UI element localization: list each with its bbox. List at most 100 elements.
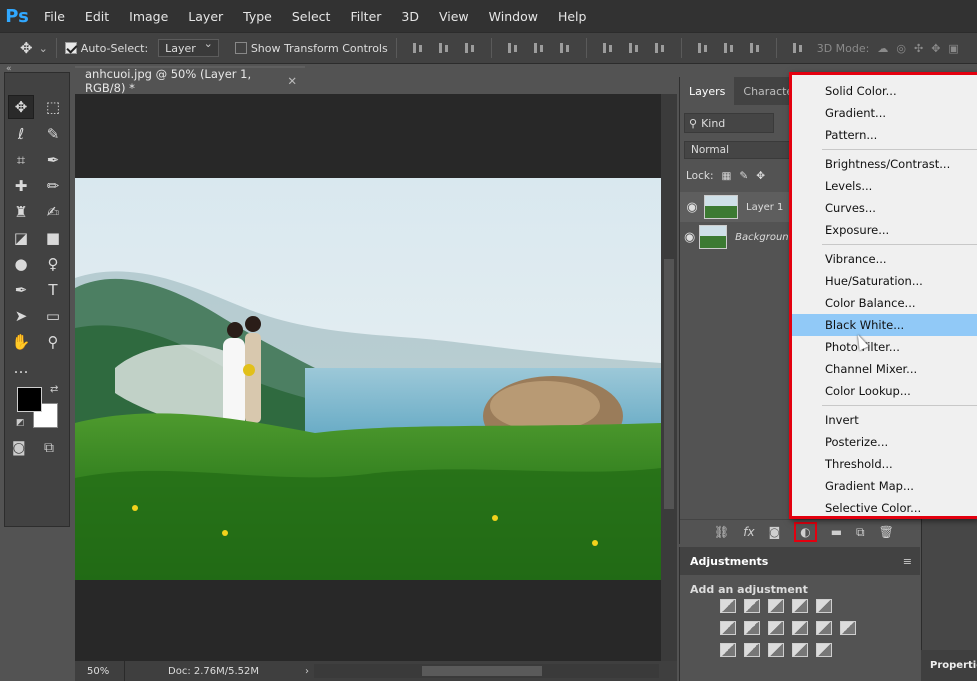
menu-edit[interactable]: Edit xyxy=(75,9,119,24)
screen-mode-icon[interactable]: ⧉ xyxy=(44,440,54,456)
quick-mask-icon[interactable]: ◙ xyxy=(12,440,26,456)
threshold-icon[interactable] xyxy=(768,643,784,657)
new-layer-icon[interactable]: ⧉ xyxy=(856,525,865,540)
layer-filter-dropdown[interactable]: ⚲ Kind xyxy=(684,113,774,133)
panel-menu-icon[interactable]: ≡ xyxy=(903,555,912,568)
close-tab-icon[interactable]: ✕ xyxy=(287,74,297,88)
align-top-icon[interactable] xyxy=(411,41,425,55)
hand-tool-icon[interactable]: ✋ xyxy=(8,330,34,354)
adjustments-title[interactable]: Adjustments xyxy=(690,555,768,568)
default-colors-icon[interactable]: ◩ xyxy=(16,418,25,428)
lock-position-icon[interactable]: ✥ xyxy=(756,170,765,182)
menu-item-exposure[interactable]: Exposure... xyxy=(792,219,977,241)
vibrance-icon[interactable] xyxy=(816,599,832,613)
distribute-left-icon[interactable] xyxy=(696,41,710,55)
menu-item-selective-color[interactable]: Selective Color... xyxy=(792,497,977,519)
more-tools-icon[interactable]: … xyxy=(8,356,34,380)
properties-tab[interactable]: Properties xyxy=(921,650,977,681)
menu-item-black-white[interactable]: Black White... xyxy=(792,314,977,336)
menu-item-gradient-map[interactable]: Gradient Map... xyxy=(792,475,977,497)
menu-item-hue-saturation[interactable]: Hue/Saturation... xyxy=(792,270,977,292)
layer-style-fx-icon[interactable]: fx xyxy=(743,525,754,539)
document-tab[interactable]: anhcuoi.jpg @ 50% (Layer 1, RGB/8) * ✕ xyxy=(75,66,305,95)
zoom-level[interactable]: 50% xyxy=(75,661,125,681)
3d-slide-icon[interactable]: ✥ xyxy=(931,42,940,55)
document-image[interactable] xyxy=(75,178,661,580)
3d-rotate-icon[interactable]: ☁ xyxy=(877,42,888,55)
gradient-map-icon[interactable] xyxy=(792,643,808,657)
lock-paint-icon[interactable]: ✎ xyxy=(739,170,748,182)
menu-item-vibrance[interactable]: Vibrance... xyxy=(792,248,977,270)
posterize-icon[interactable] xyxy=(744,643,760,657)
auto-select-dropdown[interactable]: Layer xyxy=(158,37,219,57)
link-layers-icon[interactable]: ⛓ xyxy=(714,525,729,539)
horizontal-scroll-thumb[interactable] xyxy=(422,666,542,676)
move-tool-icon[interactable]: ✥ xyxy=(20,39,33,57)
eyedropper-tool-icon[interactable]: ✒ xyxy=(40,148,66,172)
menu-file[interactable]: File xyxy=(34,9,75,24)
rectangle-tool-icon[interactable]: ▭ xyxy=(40,304,66,328)
photo-filter-icon[interactable] xyxy=(792,621,808,635)
layer-row[interactable]: ◉ Layer 1 xyxy=(680,192,795,222)
menu-item-threshold[interactable]: Threshold... xyxy=(792,453,977,475)
3d-scale-icon[interactable]: ▣ xyxy=(948,42,958,55)
menu-item-brightness-contrast[interactable]: Brightness/Contrast... xyxy=(792,153,977,175)
dodge-tool-icon[interactable]: ♀ xyxy=(40,252,66,276)
visibility-eye-icon[interactable]: ◉ xyxy=(680,230,699,245)
foreground-color-swatch[interactable] xyxy=(17,387,42,412)
menu-view[interactable]: View xyxy=(429,9,479,24)
distribute-bottom-icon[interactable] xyxy=(653,41,667,55)
crop-tool-icon[interactable]: ⌗ xyxy=(8,148,34,172)
stamp-tool-icon[interactable]: ♜ xyxy=(8,200,34,224)
menu-item-solid-color[interactable]: Solid Color... xyxy=(792,80,977,102)
color-balance-icon[interactable] xyxy=(744,621,760,635)
marquee-tool-icon[interactable]: ⬚ xyxy=(40,95,66,119)
black-white-icon[interactable] xyxy=(768,621,784,635)
tab-layers[interactable]: Layers xyxy=(680,77,735,105)
eraser-tool-icon[interactable]: ◪ xyxy=(8,226,34,250)
menu-item-pattern[interactable]: Pattern... xyxy=(792,124,977,146)
type-tool-icon[interactable]: T xyxy=(40,278,66,302)
new-adjustment-layer-button[interactable]: ◐ xyxy=(794,522,817,542)
menu-item-color-lookup[interactable]: Color Lookup... xyxy=(792,380,977,402)
hue-saturation-icon[interactable] xyxy=(720,621,736,635)
menu-select[interactable]: Select xyxy=(282,9,341,24)
curves-icon[interactable] xyxy=(768,599,784,613)
tool-preset-chevron-icon[interactable]: ⌄ xyxy=(39,42,48,55)
auto-align-icon[interactable] xyxy=(791,41,805,55)
zoom-tool-icon[interactable]: ⚲ xyxy=(40,330,66,354)
selective-color-icon[interactable] xyxy=(816,643,832,657)
menu-item-color-balance[interactable]: Color Balance... xyxy=(792,292,977,314)
blend-mode-dropdown[interactable]: Normal xyxy=(684,141,794,159)
align-bottom-icon[interactable] xyxy=(463,41,477,55)
healing-tool-icon[interactable]: ✚ xyxy=(8,174,34,198)
menu-help[interactable]: Help xyxy=(548,9,597,24)
channel-mixer-icon[interactable] xyxy=(816,621,832,635)
menu-filter[interactable]: Filter xyxy=(340,9,391,24)
color-lookup-icon[interactable] xyxy=(840,621,856,635)
new-group-folder-icon[interactable]: ▬ xyxy=(831,525,842,539)
3d-pan-icon[interactable]: ✣ xyxy=(914,42,923,55)
distribute-top-icon[interactable] xyxy=(601,41,615,55)
menu-item-gradient[interactable]: Gradient... xyxy=(792,102,977,124)
horizontal-scrollbar[interactable] xyxy=(314,664,659,678)
blur-tool-icon[interactable]: ● xyxy=(8,252,34,276)
layer-name[interactable]: Layer 1 xyxy=(746,202,783,213)
menu-item-posterize[interactable]: Posterize... xyxy=(792,431,977,453)
3d-roll-icon[interactable]: ◎ xyxy=(896,42,906,55)
distribute-hcenter-icon[interactable] xyxy=(722,41,736,55)
pen-tool-icon[interactable]: ✒ xyxy=(8,278,34,302)
invert-icon[interactable] xyxy=(720,643,736,657)
layer-name[interactable]: Background xyxy=(735,232,795,243)
align-hcenter-icon[interactable] xyxy=(532,41,546,55)
show-transform-checkbox[interactable] xyxy=(234,42,247,54)
menu-window[interactable]: Window xyxy=(479,9,548,24)
levels-icon[interactable] xyxy=(744,599,760,613)
lock-transparent-icon[interactable]: ▦ xyxy=(721,170,731,182)
menu-item-levels[interactable]: Levels... xyxy=(792,175,977,197)
menu-type[interactable]: Type xyxy=(233,9,282,24)
menu-layer[interactable]: Layer xyxy=(178,9,233,24)
history-brush-tool-icon[interactable]: ✍ xyxy=(40,200,66,224)
menu-3d[interactable]: 3D xyxy=(391,9,429,24)
path-select-tool-icon[interactable]: ➤ xyxy=(8,304,34,328)
